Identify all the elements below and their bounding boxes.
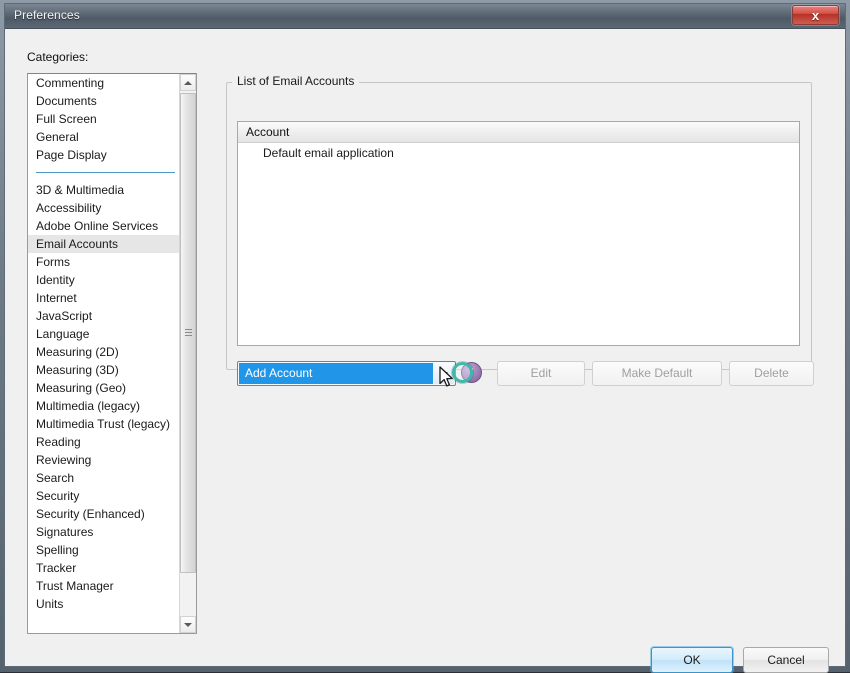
add-account-combobox[interactable]: Add Account	[237, 361, 456, 386]
sidebar-item-3d-multimedia[interactable]: 3D & Multimedia	[28, 181, 181, 199]
sidebar-item-email-accounts[interactable]: Email Accounts	[28, 235, 181, 253]
window-inner: Preferences x Categories: Commenting Docu…	[4, 3, 846, 673]
sidebar-item-units[interactable]: Units	[28, 595, 181, 613]
sidebar-item-tracker[interactable]: Tracker	[28, 559, 181, 577]
sidebar-item-spelling[interactable]: Spelling	[28, 541, 181, 559]
sidebar-item-security[interactable]: Security	[28, 487, 181, 505]
sidebar-item-measuring-geo[interactable]: Measuring (Geo)	[28, 379, 181, 397]
triangle-up-icon	[184, 80, 192, 85]
accounts-table[interactable]: Account Default email application	[237, 121, 800, 346]
sidebar-item-reading[interactable]: Reading	[28, 433, 181, 451]
sidebar-item-documents[interactable]: Documents	[28, 92, 181, 110]
sidebar-item-page-display[interactable]: Page Display	[28, 146, 181, 164]
click-target-ring-icon	[452, 362, 473, 383]
triangle-down-icon	[184, 622, 192, 627]
scrollbar-grip-icon	[185, 329, 192, 337]
delete-button[interactable]: Delete	[729, 361, 814, 386]
sidebar-item-general[interactable]: General	[28, 128, 181, 146]
sidebar-item-forms[interactable]: Forms	[28, 253, 181, 271]
sidebar-item-accessibility[interactable]: Accessibility	[28, 199, 181, 217]
sidebar-item-measuring-3d[interactable]: Measuring (3D)	[28, 361, 181, 379]
sidebar-item-multimedia-legacy[interactable]: Multimedia (legacy)	[28, 397, 181, 415]
sidebar-item-reviewing[interactable]: Reviewing	[28, 451, 181, 469]
sidebar-item-measuring-2d[interactable]: Measuring (2D)	[28, 343, 181, 361]
dialog-client-area: Categories: Commenting Documents Full Scre…	[5, 29, 845, 673]
cancel-button[interactable]: Cancel	[743, 647, 829, 673]
sidebar-item-identity[interactable]: Identity	[28, 271, 181, 289]
scrollbar-thumb[interactable]	[180, 93, 196, 573]
make-default-button[interactable]: Make Default	[592, 361, 722, 386]
sidebar-item-commenting[interactable]: Commenting	[28, 74, 181, 92]
sidebar-item-language[interactable]: Language	[28, 325, 181, 343]
accounts-column-header-account: Account	[238, 122, 799, 143]
accounts-rows[interactable]: Default email application	[238, 143, 799, 163]
sidebar-item-security-enhanced[interactable]: Security (Enhanced)	[28, 505, 181, 523]
sidebar-item-signatures[interactable]: Signatures	[28, 523, 181, 541]
window-title: Preferences	[14, 8, 80, 22]
categories-divider	[36, 172, 175, 173]
ok-button[interactable]: OK	[651, 647, 733, 673]
edit-button[interactable]: Edit	[497, 361, 585, 386]
add-account-dropdown-button[interactable]	[434, 363, 454, 384]
scroll-up-arrow-icon[interactable]	[180, 74, 196, 91]
categories-label: Categories:	[27, 50, 89, 64]
sidebar-item-internet[interactable]: Internet	[28, 289, 181, 307]
categories-list[interactable]: Commenting Documents Full Screen General Pag…	[28, 74, 181, 633]
sidebar-item-javascript[interactable]: JavaScript	[28, 307, 181, 325]
sidebar-item-search[interactable]: Search	[28, 469, 181, 487]
preferences-window: Preferences x Categories: Commenting Docu…	[0, 0, 850, 673]
title-bar[interactable]: Preferences x	[5, 4, 845, 29]
sidebar-item-full-screen[interactable]: Full Screen	[28, 110, 181, 128]
categories-listbox[interactable]: Commenting Documents Full Screen General Pag…	[27, 73, 197, 634]
close-button[interactable]: x	[792, 5, 839, 25]
chevron-down-icon	[440, 371, 448, 376]
scroll-down-arrow-icon[interactable]	[180, 616, 196, 633]
sidebar-item-trust-manager[interactable]: Trust Manager	[28, 577, 181, 595]
groupbox-title: List of Email Accounts	[232, 74, 360, 88]
close-icon: x	[811, 8, 820, 23]
add-account-value[interactable]: Add Account	[239, 363, 433, 384]
sidebar-item-multimedia-trust-legacy[interactable]: Multimedia Trust (legacy)	[28, 415, 181, 433]
table-row[interactable]: Default email application	[238, 143, 799, 163]
sidebar-item-adobe-online-services[interactable]: Adobe Online Services	[28, 217, 181, 235]
categories-scrollbar[interactable]	[179, 74, 196, 633]
